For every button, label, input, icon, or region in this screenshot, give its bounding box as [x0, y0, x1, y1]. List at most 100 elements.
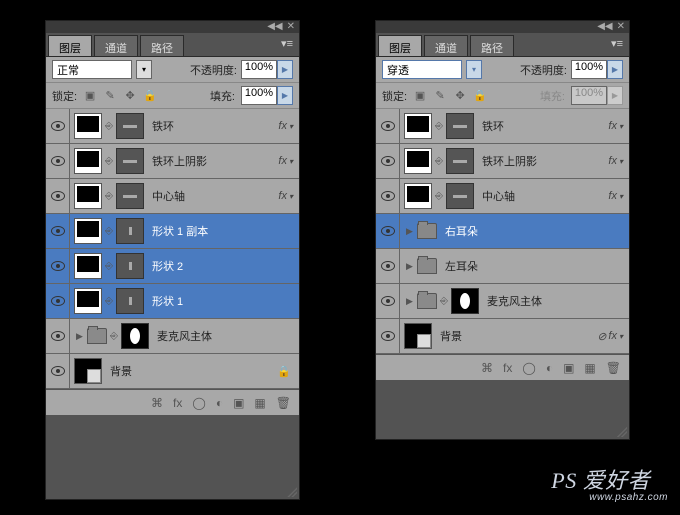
layer-group-icon[interactable]: ▣ — [233, 396, 244, 410]
layer-row[interactable]: ⎆铁环fx ▾ — [376, 109, 629, 144]
layer-name[interactable]: 中心轴 — [474, 188, 608, 204]
layer-row[interactable]: ⎆形状 2 — [46, 249, 299, 284]
lock-position-icon[interactable]: ✥ — [123, 89, 137, 103]
panel-header[interactable]: ◀◀ ✕ — [46, 21, 299, 33]
mask-thumbnail[interactable] — [116, 253, 144, 279]
layer-group-icon[interactable]: ▣ — [563, 361, 574, 375]
layer-fx-indicator[interactable]: fx ▾ — [278, 190, 299, 202]
layer-name[interactable]: 左耳朵 — [437, 258, 629, 274]
mask-thumbnail[interactable] — [451, 288, 479, 314]
delete-layer-icon[interactable]: 🗑 — [606, 361, 621, 375]
layer-row[interactable]: ⎆中心轴fx ▾ — [46, 179, 299, 214]
layer-row[interactable]: 背景⊘ fx ▾ — [376, 319, 629, 354]
folder-toggle-icon[interactable]: ▶ — [404, 261, 414, 272]
opacity-scrub-icon[interactable]: ▶ — [607, 60, 623, 79]
layer-name[interactable]: 形状 1 副本 — [144, 223, 299, 239]
layer-name[interactable]: 铁环上阴影 — [144, 153, 278, 169]
layer-row[interactable]: ⎆铁环fx ▾ — [46, 109, 299, 144]
link-layers-icon[interactable]: ⌘ — [481, 361, 493, 375]
visibility-toggle[interactable] — [376, 214, 400, 249]
fill-scrub-icon[interactable]: ▶ — [277, 86, 293, 105]
tab-layers[interactable]: 图层 — [48, 35, 92, 56]
blend-dropdown-icon[interactable]: ▾ — [466, 60, 482, 79]
tab-channels[interactable]: 通道 — [424, 35, 468, 56]
new-layer-icon[interactable]: ▦ — [254, 396, 265, 410]
layer-fx-indicator[interactable]: fx ▾ — [608, 120, 629, 132]
new-layer-icon[interactable]: ▦ — [584, 361, 595, 375]
layer-row[interactable]: ⎆中心轴fx ▾ — [376, 179, 629, 214]
mask-thumbnail[interactable] — [121, 323, 149, 349]
opacity-input[interactable]: 100% — [571, 60, 607, 79]
mask-thumbnail[interactable] — [446, 113, 474, 139]
layer-name[interactable]: 中心轴 — [144, 188, 278, 204]
opacity-scrub-icon[interactable]: ▶ — [277, 60, 293, 79]
resize-handle[interactable] — [287, 487, 297, 497]
folder-toggle-icon[interactable]: ▶ — [404, 296, 414, 307]
layer-thumbnail[interactable] — [404, 113, 432, 139]
layer-fx-indicator[interactable]: fx ▾ — [608, 190, 629, 202]
visibility-toggle[interactable] — [376, 179, 400, 214]
layer-name[interactable]: 麦克风主体 — [149, 328, 299, 344]
tab-layers[interactable]: 图层 — [378, 35, 422, 56]
visibility-toggle[interactable] — [376, 144, 400, 179]
collapse-icon[interactable]: ◀◀ — [267, 21, 282, 32]
layer-fx-icon[interactable]: fx — [503, 361, 512, 375]
folder-toggle-icon[interactable]: ▶ — [74, 331, 84, 342]
layer-row[interactable]: ⎆形状 1 副本 — [46, 214, 299, 249]
visibility-toggle[interactable] — [376, 284, 400, 319]
fill-input[interactable]: 100% — [241, 86, 277, 105]
adjustment-layer-icon[interactable]: ◐ — [546, 361, 553, 375]
mask-thumbnail[interactable] — [116, 218, 144, 244]
delete-layer-icon[interactable]: 🗑 — [276, 396, 291, 410]
opacity-input[interactable]: 100% — [241, 60, 277, 79]
panel-menu-icon[interactable]: ▾≡ — [275, 33, 299, 56]
lock-transparency-icon[interactable]: ▣ — [83, 89, 97, 103]
blend-mode-select[interactable]: 穿透 — [382, 60, 462, 79]
layer-fx-indicator[interactable]: fx ▾ — [608, 155, 629, 167]
layer-thumbnail[interactable] — [74, 183, 102, 209]
layer-name[interactable]: 背景 — [102, 363, 277, 379]
layer-mask-icon[interactable]: ◯ — [192, 396, 205, 410]
layer-name[interactable]: 右耳朵 — [437, 223, 629, 239]
layer-name[interactable]: 铁环 — [144, 118, 278, 134]
visibility-toggle[interactable] — [376, 109, 400, 144]
mask-thumbnail[interactable] — [116, 148, 144, 174]
adjustment-layer-icon[interactable]: ◐ — [216, 396, 223, 410]
visibility-toggle[interactable] — [376, 249, 400, 284]
layer-row[interactable]: 背景🔒 — [46, 354, 299, 389]
lock-all-icon[interactable]: 🔒 — [143, 89, 157, 103]
visibility-toggle[interactable] — [46, 214, 70, 249]
visibility-toggle[interactable] — [46, 319, 70, 354]
tab-paths[interactable]: 路径 — [470, 35, 514, 56]
visibility-toggle[interactable] — [46, 284, 70, 319]
visibility-toggle[interactable] — [46, 354, 70, 389]
lock-paint-icon[interactable]: ✎ — [433, 89, 447, 103]
tab-channels[interactable]: 通道 — [94, 35, 138, 56]
mask-thumbnail[interactable] — [116, 113, 144, 139]
visibility-toggle[interactable] — [46, 144, 70, 179]
visibility-toggle[interactable] — [376, 319, 400, 354]
close-icon[interactable]: ✕ — [287, 21, 295, 32]
folder-toggle-icon[interactable]: ▶ — [404, 226, 414, 237]
mask-thumbnail[interactable] — [116, 183, 144, 209]
layer-thumbnail[interactable] — [74, 113, 102, 139]
panel-header[interactable]: ◀◀✕ — [376, 21, 629, 33]
layer-row[interactable]: ⎆铁环上阴影fx ▾ — [46, 144, 299, 179]
layer-fx-indicator[interactable]: ⊘ fx ▾ — [597, 330, 629, 343]
resize-handle[interactable] — [617, 427, 627, 437]
mask-thumbnail[interactable] — [116, 288, 144, 314]
visibility-toggle[interactable] — [46, 179, 70, 214]
lock-all-icon[interactable]: 🔒 — [473, 89, 487, 103]
layer-thumbnail[interactable] — [74, 218, 102, 244]
layer-name[interactable]: 形状 1 — [144, 293, 299, 309]
layer-name[interactable]: 麦克风主体 — [479, 293, 629, 309]
layer-row[interactable]: ▶⎆麦克风主体 — [376, 284, 629, 319]
layer-name[interactable]: 背景 — [432, 328, 597, 344]
layer-thumbnail[interactable] — [404, 183, 432, 209]
layer-row[interactable]: ⎆铁环上阴影fx ▾ — [376, 144, 629, 179]
close-icon[interactable]: ✕ — [617, 21, 625, 32]
link-layers-icon[interactable]: ⌘ — [151, 396, 163, 410]
mask-thumbnail[interactable] — [446, 183, 474, 209]
layer-thumbnail[interactable] — [74, 148, 102, 174]
layer-name[interactable]: 形状 2 — [144, 258, 299, 274]
